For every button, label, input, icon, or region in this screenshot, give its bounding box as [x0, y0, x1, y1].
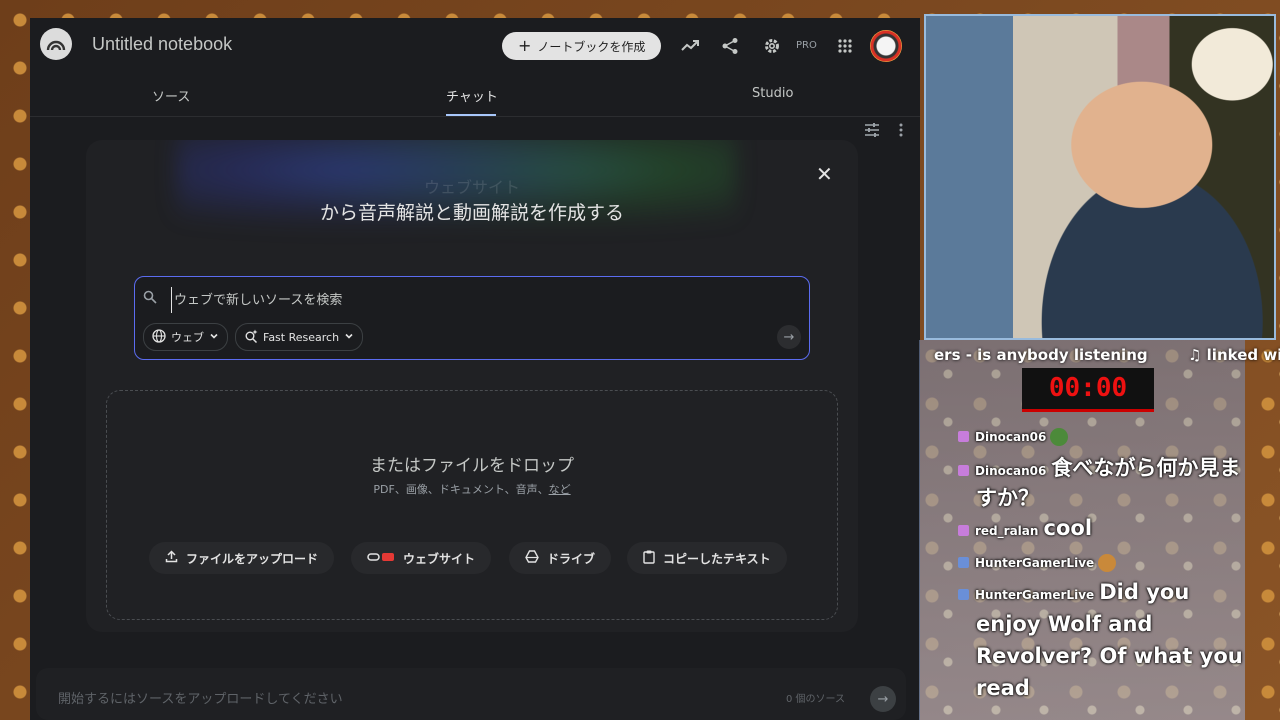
source-type-dropdown[interactable]: ウェブ — [143, 323, 228, 351]
active-tab-indicator — [446, 114, 496, 116]
chat-text: Did you — [1099, 580, 1190, 604]
top-bar: Untitled notebook + ノートブックを作成 PRO — [30, 18, 920, 74]
create-notebook-label: ノートブックを作成 — [537, 39, 646, 54]
chat-message-continued: Revolver? Of what you — [976, 644, 1243, 668]
chat-message: HunterGamerLive — [958, 552, 1117, 572]
upload-file-label: ファイルをアップロード — [186, 551, 319, 566]
tune-icon[interactable] — [864, 122, 880, 142]
chat-text: cool — [1043, 516, 1093, 540]
source-count: 0 個のソース — [786, 694, 846, 705]
source-type-label: ウェブ — [171, 331, 204, 344]
chat-message-continued: すか？ — [976, 482, 1039, 512]
drive-icon — [525, 550, 539, 566]
character-emote-icon — [1098, 553, 1117, 572]
chat-text: Revolver? Of what you — [976, 644, 1243, 668]
chat-send-button[interactable]: → — [870, 686, 896, 712]
notebooklm-window: Untitled notebook + ノートブックを作成 PRO ソース チャ… — [30, 18, 920, 720]
chat-message: Dinocan06 — [958, 426, 1069, 446]
research-mode-dropdown[interactable]: Fast Research — [235, 323, 364, 351]
chat-input[interactable]: 開始するにはソースをアップロードしてください — [58, 688, 343, 707]
copied-text-label: コピーしたテキスト — [663, 551, 771, 566]
chat-message-continued: enjoy Wolf and — [976, 612, 1152, 636]
chat-username: HunterGamerLive — [975, 588, 1095, 602]
tab-bar: ソース チャット Studio — [30, 76, 920, 117]
chat-username: HunterGamerLive — [975, 556, 1095, 570]
arrow-right-icon: → — [877, 691, 889, 707]
drop-zone-title: またはファイルをドロップ — [370, 456, 574, 476]
chat-text: 食べながら何か見ま — [1051, 456, 1241, 480]
avatar[interactable] — [870, 30, 902, 62]
sub-badge-icon — [958, 525, 969, 536]
drive-source-button[interactable]: ドライブ — [509, 542, 612, 574]
notebooklm-logo-icon[interactable] — [40, 28, 72, 60]
sub-badge-icon — [958, 589, 969, 600]
create-notebook-button[interactable]: + ノートブックを作成 — [502, 32, 662, 60]
pro-badge: PRO — [796, 40, 817, 51]
frog-emote-icon — [1050, 427, 1069, 446]
submit-search-button[interactable]: → — [777, 325, 801, 349]
chat-username: Dinocan06 — [975, 430, 1047, 444]
more-vert-icon[interactable] — [898, 122, 904, 142]
file-drop-zone[interactable]: またはファイルをドロップ PDF、画像、ドキュメント、音声、など ファイルをアッ… — [106, 390, 838, 620]
drive-source-label: ドライブ — [547, 551, 596, 566]
chat-message: HunterGamerLive Did you — [958, 580, 1189, 604]
link-icon — [367, 551, 395, 566]
sub-badge-icon — [958, 431, 969, 442]
copied-text-button[interactable]: コピーしたテキスト — [627, 542, 787, 574]
share-icon[interactable] — [720, 36, 740, 56]
faded-heading: ウェブサイト — [423, 178, 520, 197]
website-source-button[interactable]: ウェブサイト — [351, 542, 492, 574]
dialog-title: から音声解説と動画解説を作成する — [319, 202, 624, 224]
upload-icon — [165, 550, 178, 566]
stream-timer: 00:00 — [1022, 368, 1154, 412]
sparkle-search-icon — [244, 329, 258, 346]
globe-icon — [152, 328, 166, 346]
chat-text: read — [976, 676, 1030, 700]
website-source-label: ウェブサイト — [403, 551, 476, 566]
chat-message-continued: read — [976, 676, 1030, 700]
tab-chat[interactable]: チャット — [446, 86, 498, 105]
apps-grid-icon[interactable] — [835, 36, 855, 56]
chat-username: red_ralan — [975, 524, 1039, 538]
sub-badge-icon — [958, 465, 969, 476]
chat-input-bar: 開始するにはソースをアップロードしてください 0 個のソース → — [36, 668, 906, 720]
chat-message: red_ralan cool — [958, 516, 1092, 540]
chevron-down-icon — [209, 331, 219, 344]
notebook-title[interactable]: Untitled notebook — [92, 34, 232, 55]
analytics-icon[interactable] — [680, 36, 700, 56]
add-sources-dialog: ウェブサイト ✕ から音声解説と動画解説を作成する ウェブ Fa — [86, 140, 858, 632]
now-playing-text: ♫ linked wi — [1188, 346, 1280, 364]
webcam-feed — [924, 14, 1276, 340]
research-mode-label: Fast Research — [263, 330, 340, 344]
more-types-link[interactable]: など — [549, 483, 571, 496]
chat-username: Dinocan06 — [975, 464, 1047, 478]
search-icon — [143, 289, 157, 308]
song-ticker: ers - is anybody listening — [934, 346, 1148, 364]
sub-badge-icon — [958, 557, 969, 568]
chat-text: すか？ — [976, 486, 1039, 510]
tab-studio[interactable]: Studio — [752, 86, 793, 101]
tab-sources[interactable]: ソース — [152, 86, 190, 105]
drop-zone-subtitle: PDF、画像、ドキュメント、音声、など — [107, 481, 837, 497]
upload-file-button[interactable]: ファイルをアップロード — [149, 542, 335, 574]
clipboard-icon — [643, 550, 655, 567]
chat-message: Dinocan06 食べながら何か見ま — [958, 452, 1240, 482]
close-icon[interactable]: ✕ — [816, 162, 833, 186]
chat-text: enjoy Wolf and — [976, 612, 1153, 636]
chevron-down-icon — [344, 331, 354, 344]
plus-icon: + — [518, 36, 532, 55]
supported-types-text: PDF、画像、ドキュメント、音声、 — [373, 483, 549, 496]
web-search-box: ウェブ Fast Research → — [134, 276, 810, 360]
settings-icon[interactable] — [762, 36, 782, 56]
arrow-right-icon: → — [783, 329, 795, 345]
web-search-input[interactable] — [171, 287, 776, 313]
